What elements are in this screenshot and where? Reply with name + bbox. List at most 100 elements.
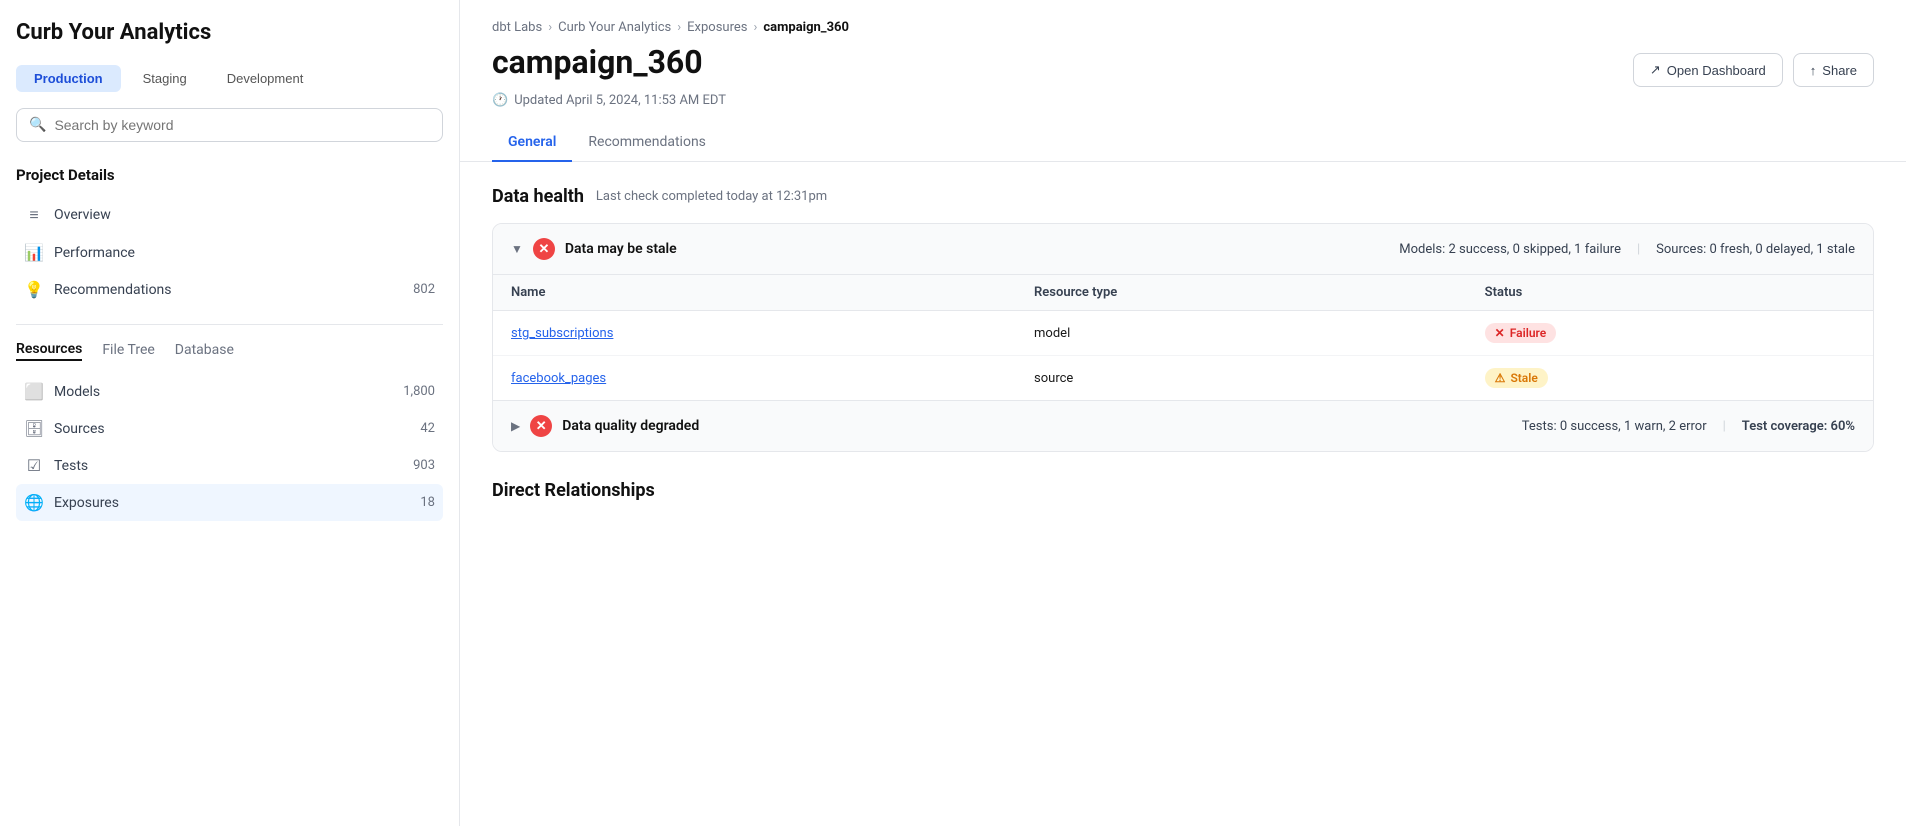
page-header: campaign_360 ↗ Open Dashboard ↑ Share bbox=[460, 35, 1906, 87]
stale-icon: ⚠ bbox=[1495, 371, 1506, 385]
stale-pipe: | bbox=[1637, 242, 1640, 257]
row1-status-badge: ✕ Failure bbox=[1485, 323, 1557, 343]
updated-timestamp: 🕐 Updated April 5, 2024, 11:53 AM EDT bbox=[460, 87, 1906, 124]
performance-label: Performance bbox=[54, 245, 135, 261]
tests-icon: ☑ bbox=[24, 456, 44, 475]
breadcrumb-exposures[interactable]: Exposures bbox=[687, 20, 747, 35]
breadcrumb-current: campaign_360 bbox=[763, 20, 849, 35]
models-icon: ⬜ bbox=[24, 382, 44, 401]
stale-table: Name Resource type Status stg_subscripti… bbox=[493, 274, 1873, 400]
data-health-heading: Data health Last check completed today a… bbox=[492, 186, 1874, 207]
app-title: Curb Your Analytics bbox=[16, 20, 443, 45]
share-button[interactable]: ↑ Share bbox=[1793, 53, 1874, 87]
page-title: campaign_360 bbox=[492, 43, 703, 81]
stale-title: Data may be stale bbox=[565, 241, 677, 257]
content-area: Data health Last check completed today a… bbox=[460, 186, 1906, 501]
open-dashboard-label: Open Dashboard bbox=[1667, 63, 1766, 78]
env-tabs: Production Staging Development bbox=[16, 65, 443, 92]
data-health-subtitle: Last check completed today at 12:31pm bbox=[596, 189, 827, 204]
row2-name[interactable]: facebook_pages bbox=[511, 371, 606, 386]
project-details-label: Project Details bbox=[16, 166, 443, 184]
breadcrumb-dbt-labs[interactable]: dbt Labs bbox=[492, 20, 542, 35]
open-dashboard-button[interactable]: ↗ Open Dashboard bbox=[1633, 53, 1783, 87]
performance-icon: 📊 bbox=[24, 243, 44, 262]
col-status: Status bbox=[1467, 275, 1873, 311]
quality-tests-summary: Tests: 0 success, 1 warn, 2 error bbox=[1522, 419, 1707, 434]
resources-header: Resources File Tree Database bbox=[16, 341, 443, 361]
exposures-label: Exposures bbox=[54, 495, 119, 511]
stale-models-summary: Models: 2 success, 0 skipped, 1 failure bbox=[1399, 242, 1621, 257]
share-icon: ↑ bbox=[1810, 63, 1817, 78]
env-tab-staging[interactable]: Staging bbox=[125, 65, 205, 92]
sidebar-item-performance[interactable]: 📊 Performance bbox=[16, 234, 443, 271]
stale-check-header[interactable]: ▼ ✕ Data may be stale Models: 2 success,… bbox=[493, 224, 1873, 274]
stale-label: Stale bbox=[1510, 371, 1537, 385]
sources-count: 42 bbox=[420, 421, 435, 436]
recommendations-count: 802 bbox=[413, 282, 435, 297]
search-box: 🔍 bbox=[16, 108, 443, 142]
table-row: facebook_pages source ⚠ Stale bbox=[493, 356, 1873, 401]
exposures-icon: 🌐 bbox=[24, 493, 44, 512]
quality-coverage: Test coverage: 60% bbox=[1742, 419, 1855, 434]
sources-icon: 🗄 bbox=[24, 419, 44, 438]
data-health-title: Data health bbox=[492, 186, 584, 207]
tests-label: Tests bbox=[54, 458, 88, 474]
sidebar-item-recommendations[interactable]: 💡 Recommendations 802 bbox=[16, 271, 443, 308]
models-label: Models bbox=[54, 384, 100, 400]
models-count: 1,800 bbox=[403, 384, 435, 399]
tab-general[interactable]: General bbox=[492, 124, 572, 162]
main-content: dbt Labs › Curb Your Analytics › Exposur… bbox=[460, 0, 1906, 826]
sidebar-item-models[interactable]: ⬜ Models 1,800 bbox=[16, 373, 443, 410]
failure-icon: ✕ bbox=[1495, 326, 1505, 340]
resources-tab-database[interactable]: Database bbox=[175, 342, 234, 360]
breadcrumb-sep-3: › bbox=[753, 20, 757, 35]
sidebar-item-sources[interactable]: 🗄 Sources 42 bbox=[16, 410, 443, 447]
quality-expand-icon: ▶ bbox=[511, 419, 520, 433]
row1-resource-type: model bbox=[1016, 311, 1467, 356]
clock-icon: 🕐 bbox=[492, 93, 508, 108]
search-input[interactable] bbox=[54, 117, 430, 133]
exposures-count: 18 bbox=[420, 495, 435, 510]
quality-error-icon: ✕ bbox=[530, 415, 552, 437]
tests-count: 903 bbox=[413, 458, 435, 473]
env-tab-development[interactable]: Development bbox=[209, 65, 322, 92]
sidebar-item-exposures[interactable]: 🌐 Exposures 18 bbox=[16, 484, 443, 521]
stale-error-icon: ✕ bbox=[533, 238, 555, 260]
overview-icon: ≡ bbox=[24, 205, 44, 225]
divider bbox=[16, 324, 443, 325]
health-card: ▼ ✕ Data may be stale Models: 2 success,… bbox=[492, 223, 1874, 452]
quality-title: Data quality degraded bbox=[562, 418, 699, 434]
col-name: Name bbox=[493, 275, 1016, 311]
row2-resource-type: source bbox=[1016, 356, 1467, 401]
stale-expand-icon: ▼ bbox=[511, 242, 523, 256]
breadcrumb-sep-2: › bbox=[677, 20, 681, 35]
table-header-row: Name Resource type Status bbox=[493, 275, 1873, 311]
row1-name[interactable]: stg_subscriptions bbox=[511, 326, 613, 341]
row2-status-badge: ⚠ Stale bbox=[1485, 368, 1548, 388]
direct-relationships-title: Direct Relationships bbox=[492, 480, 1874, 501]
breadcrumb-curb[interactable]: Curb Your Analytics bbox=[558, 20, 671, 35]
quality-meta: Tests: 0 success, 1 warn, 2 error | Test… bbox=[1522, 419, 1855, 434]
env-tab-production[interactable]: Production bbox=[16, 65, 121, 92]
recommendations-icon: 💡 bbox=[24, 280, 44, 299]
resources-tab-resources[interactable]: Resources bbox=[16, 341, 82, 361]
sidebar-item-overview[interactable]: ≡ Overview bbox=[16, 196, 443, 234]
sources-label: Sources bbox=[54, 421, 105, 437]
open-dashboard-icon: ↗ bbox=[1650, 62, 1661, 78]
breadcrumb-sep-1: › bbox=[548, 20, 552, 35]
table-row: stg_subscriptions model ✕ Failure bbox=[493, 311, 1873, 356]
search-icon: 🔍 bbox=[29, 117, 46, 133]
col-resource-type: Resource type bbox=[1016, 275, 1467, 311]
row1-status: ✕ Failure bbox=[1467, 311, 1873, 356]
quality-check-header[interactable]: ▶ ✕ Data quality degraded Tests: 0 succe… bbox=[493, 400, 1873, 451]
row2-status: ⚠ Stale bbox=[1467, 356, 1873, 401]
sidebar-item-tests[interactable]: ☑ Tests 903 bbox=[16, 447, 443, 484]
updated-text-value: Updated April 5, 2024, 11:53 AM EDT bbox=[514, 93, 726, 108]
stale-meta: Models: 2 success, 0 skipped, 1 failure … bbox=[1399, 242, 1855, 257]
recommendations-label: Recommendations bbox=[54, 282, 172, 298]
tabs-row: General Recommendations bbox=[460, 124, 1906, 162]
failure-label: Failure bbox=[1510, 326, 1546, 340]
tab-recommendations[interactable]: Recommendations bbox=[572, 124, 722, 162]
resources-tab-filetree[interactable]: File Tree bbox=[102, 342, 154, 360]
breadcrumb: dbt Labs › Curb Your Analytics › Exposur… bbox=[460, 0, 1906, 35]
